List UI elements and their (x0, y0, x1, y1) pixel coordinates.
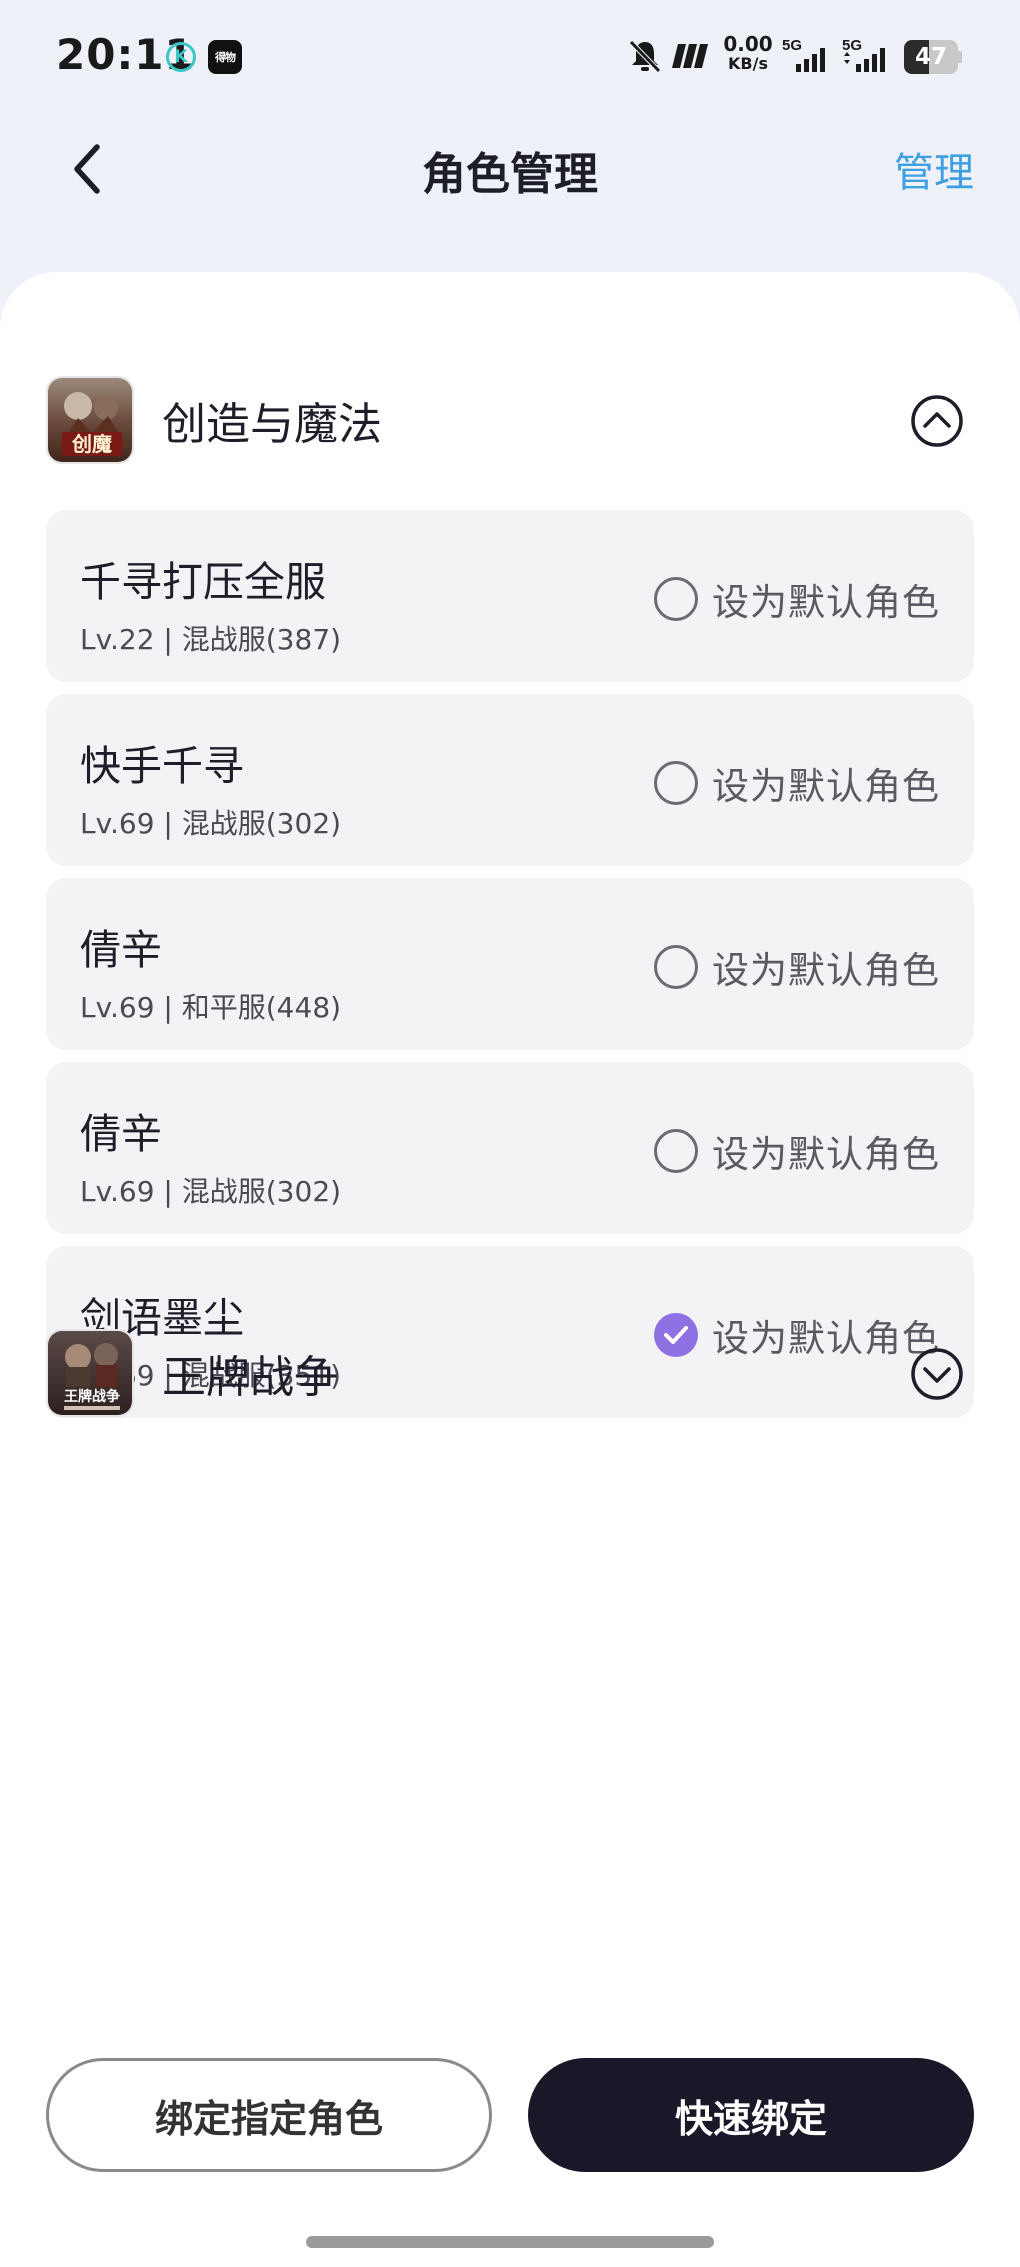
signal-sim1-icon: 5G (782, 37, 825, 72)
set-default-label: 设为默认角色 (712, 1133, 940, 1176)
battery-level: 47 (914, 44, 947, 70)
quick-bind-button[interactable]: 快速绑定 (528, 2058, 974, 2172)
chevron-up-circle-icon[interactable] (910, 394, 964, 448)
network-speed-value: 0.00 (723, 32, 773, 56)
bind-specific-role-button[interactable]: 绑定指定角色 (46, 2058, 492, 2172)
radio-button[interactable] (654, 1129, 698, 1173)
network-speed-unit: KB/s (728, 54, 768, 73)
role-card[interactable]: 倩辛 Lv.69 | 混战服(302) 设为默认角色 (46, 1062, 974, 1234)
k-app-icon: K (166, 42, 196, 72)
home-indicator[interactable] (306, 2236, 714, 2248)
set-default-role-option[interactable]: 设为默认角色 (654, 572, 940, 626)
role-card[interactable]: 千寻打压全服 Lv.22 | 混战服(387) 设为默认角色 (46, 510, 974, 682)
role-card[interactable]: 快手千寻 Lv.69 | 混战服(302) 设为默认角色 (46, 694, 974, 866)
manage-button[interactable]: 管理 (894, 140, 974, 198)
set-default-label: 设为默认角色 (712, 581, 940, 624)
header-bar: 角色管理 管理 (0, 112, 1020, 272)
radio-button[interactable] (654, 945, 698, 989)
set-default-label: 设为默认角色 (712, 765, 940, 808)
role-level-server: Lv.69 | 混战服(302) (80, 807, 342, 840)
network-speed: 0.00 KB/s (722, 34, 774, 74)
role-name: 快手千寻 (80, 742, 244, 790)
sim2-label: 5G (842, 37, 862, 54)
battery-icon: 47 (904, 40, 962, 74)
role-name: 倩辛 (80, 1110, 162, 1158)
set-default-role-option[interactable]: 设为默认角色 (654, 756, 940, 810)
set-default-role-option[interactable]: 设为默认角色 (654, 940, 940, 994)
role-name: 倩辛 (80, 926, 162, 974)
hd-volte-icon (672, 44, 708, 68)
svg-text:创魔: 创魔 (71, 432, 112, 456)
game-icon-ace-war: 王牌战争 (46, 1329, 134, 1417)
game-header-ace-war[interactable]: 王牌战争 王牌战争 (46, 1325, 974, 1421)
game-name: 创造与魔法 (162, 399, 382, 450)
game-icon-caption: 王牌战争 (64, 1388, 120, 1405)
bell-muted-icon (629, 40, 661, 73)
role-list: 千寻打压全服 Lv.22 | 混战服(387) 设为默认角色 快手千寻 Lv.6… (46, 510, 974, 1430)
page-title: 角色管理 (422, 149, 598, 200)
role-level-server: Lv.69 | 混战服(302) (80, 1175, 342, 1208)
radio-button[interactable] (654, 761, 698, 805)
game-header-creation-magic[interactable]: 创魔 创造与魔法 (46, 372, 974, 468)
set-default-label: 设为默认角色 (712, 949, 940, 992)
role-level-server: Lv.69 | 和平服(448) (80, 991, 342, 1024)
status-bar: 20:11 K 得物 0.00 KB/s 5G 5G 47 (0, 0, 1020, 112)
radio-button[interactable] (654, 577, 698, 621)
sim1-label: 5G (782, 37, 802, 54)
game-name: 王牌战争 (162, 1352, 338, 1403)
content-sheet: 创魔 创造与魔法 千寻打压全服 Lv.22 | 混战服(387) 设为默认角色 … (0, 272, 1020, 2267)
role-name: 千寻打压全服 (80, 558, 326, 606)
signal-sim2-icon: 5G (842, 37, 885, 72)
dewu-app-icon: 得物 (208, 40, 242, 74)
role-level-server: Lv.22 | 混战服(387) (80, 623, 342, 656)
chevron-down-circle-icon[interactable] (910, 1347, 964, 1401)
role-card[interactable]: 倩辛 Lv.69 | 和平服(448) 设为默认角色 (46, 878, 974, 1050)
game-icon-creation-magic: 创魔 (46, 376, 134, 464)
set-default-role-option[interactable]: 设为默认角色 (654, 1124, 940, 1178)
